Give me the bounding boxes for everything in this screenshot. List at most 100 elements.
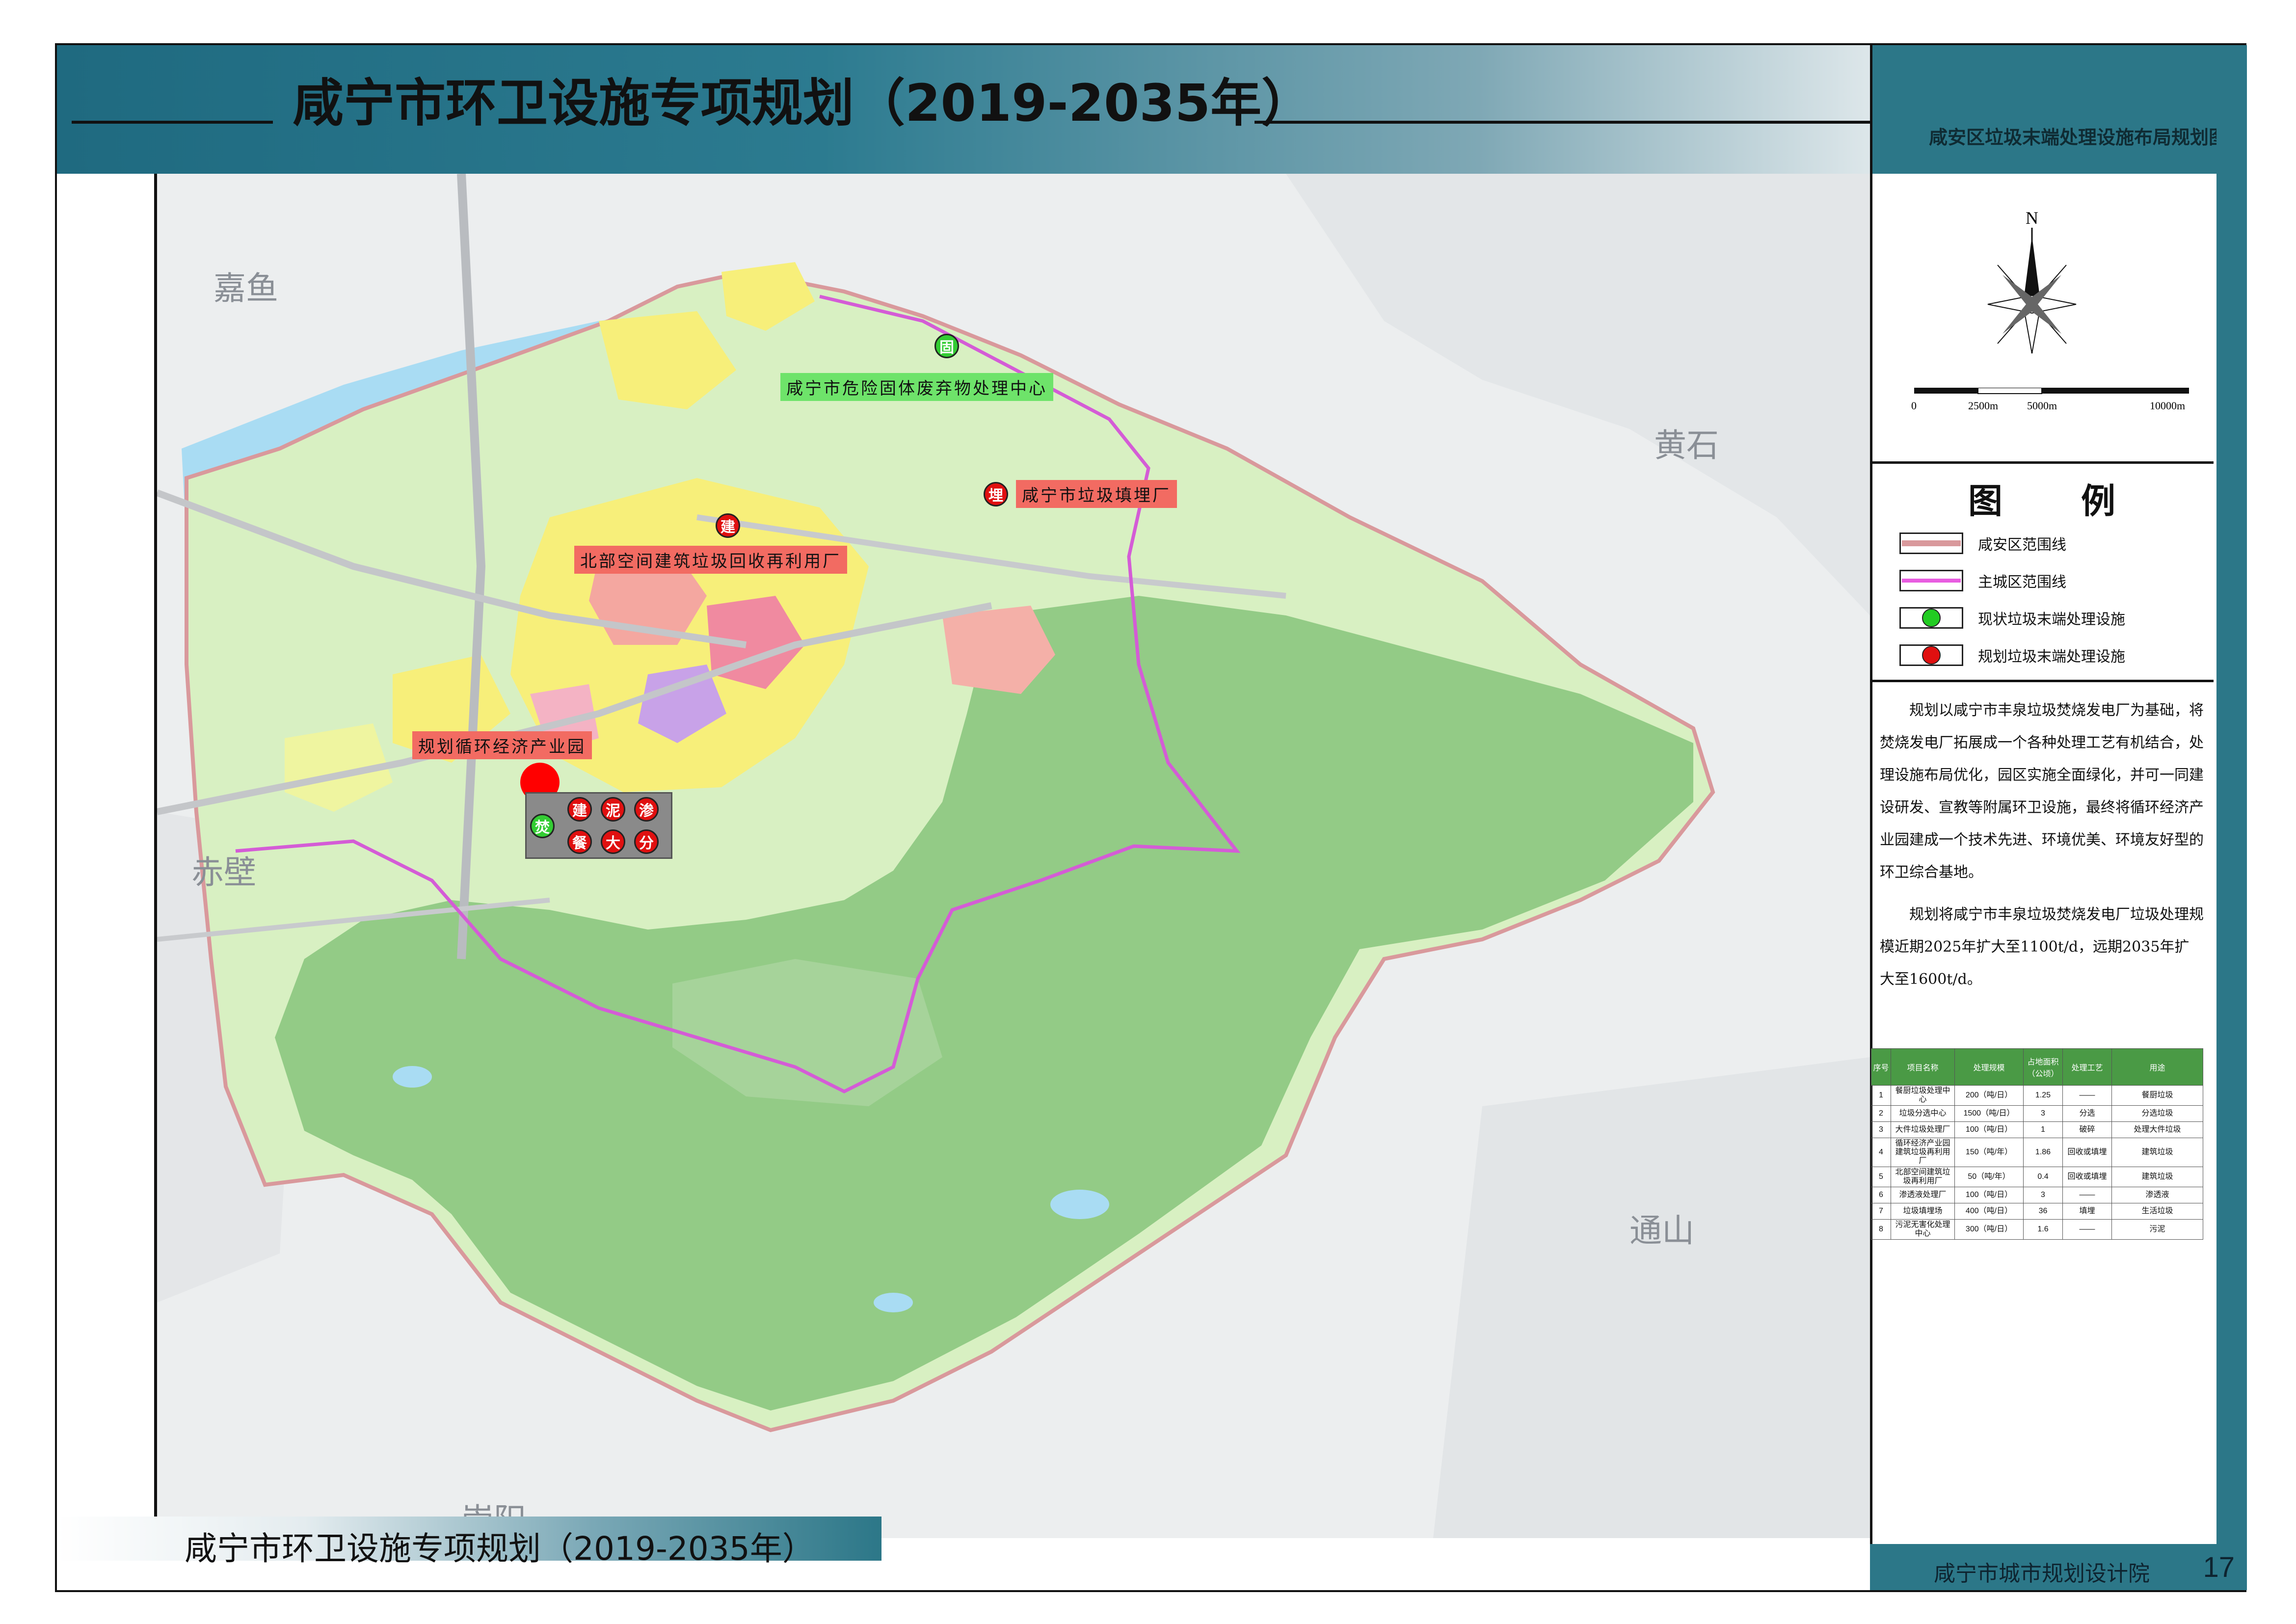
table-header-cell: 序号 xyxy=(1871,1048,1891,1086)
table-header-cell: 用途 xyxy=(2111,1048,2203,1086)
table-row: 3 大件垃圾处理厂 100（吨/日） 1 破碎 处理大件垃圾 xyxy=(1871,1121,2203,1138)
table-row: 5 北部空间建筑垃圾再利用厂 50（吨/年） 0.4 回收或填埋 建筑垃圾 xyxy=(1871,1167,2203,1187)
header-rule-right xyxy=(1255,121,1888,124)
table-cell: 1500（吨/日） xyxy=(1954,1105,2024,1122)
table-header-row: 序号 项目名称 处理规模 占地面积（公顷） 处理工艺 用途 xyxy=(1871,1048,2203,1086)
urban-line-swatch-icon xyxy=(1899,570,1963,591)
side-panel-header: 咸安区垃圾末端处理设施布局规划图 xyxy=(1872,45,2247,174)
marker-hazardous-existing[interactable]: 固 xyxy=(934,334,959,358)
scale-label-2500: 2500m xyxy=(1968,399,1999,412)
legend-row-urban: 主城区范围线 xyxy=(1899,570,2066,591)
legend-title: 图例 xyxy=(1968,481,2194,521)
table-cell: 8 xyxy=(1871,1219,1891,1240)
footer-org-bar: 咸宁市城市规划设计院 17 xyxy=(1870,1544,2244,1590)
legend-label-planned: 规划垃圾末端处理设施 xyxy=(1978,649,2125,665)
table-cell: 渗透液处理厂 xyxy=(1891,1187,1955,1203)
marker-park-bulky[interactable]: 大 xyxy=(601,829,625,854)
table-cell: 7 xyxy=(1871,1203,1891,1220)
scale-label-5000: 5000m xyxy=(2027,399,2057,412)
scale-label-0: 0 xyxy=(1911,399,1917,412)
footer-org: 咸宁市城市规划设计院 xyxy=(1934,1562,2150,1586)
table-header-cell: 项目名称 xyxy=(1891,1048,1955,1086)
table-row: 6 渗透液处理厂 100（吨/日） 3 —— 渗透液 xyxy=(1871,1187,2203,1203)
table-cell: 大件垃圾处理厂 xyxy=(1891,1121,1955,1138)
table-cell: 破碎 xyxy=(2062,1121,2112,1138)
marker-park-kitchen[interactable]: 餐 xyxy=(567,829,592,854)
table-cell: 6 xyxy=(1871,1187,1891,1203)
table-row: 7 垃圾填埋场 400（吨/日） 36 填埋 生活垃圾 xyxy=(1871,1203,2203,1220)
legend-row-district: 咸安区范围线 xyxy=(1899,532,2066,554)
footer-title: 咸宁市环卫设施专项规划（2019-2035年） xyxy=(185,1530,815,1568)
legend: 图例 咸安区范围线 主城区范围线 现状垃圾末端处理设施 规划垃圾末端处理设施 xyxy=(1870,461,2214,682)
table-cell: 36 xyxy=(2023,1203,2063,1220)
table-row: 8 污泥无害化处理中心 300（吨/日） 1.6 —— 污泥 xyxy=(1871,1219,2203,1240)
table-cell: 1 xyxy=(1871,1085,1891,1106)
table-cell: 4 xyxy=(1871,1138,1891,1167)
table-cell: 200（吨/日） xyxy=(1954,1085,2024,1106)
plan-description: 规划以咸宁市丰泉垃圾焚烧发电厂为基础，将焚烧发电厂拓展成一个各种处理工艺有机结合… xyxy=(1880,694,2204,1006)
table-cell: 2 xyxy=(1871,1105,1891,1122)
table-header-cell: 占地面积（公顷） xyxy=(2023,1048,2063,1086)
table-cell: 污泥 xyxy=(2111,1219,2203,1240)
table-cell: 0.4 xyxy=(2023,1167,2063,1187)
table-cell: 建筑垃圾 xyxy=(2111,1167,2203,1187)
scale-bar: 0 2500m 5000m 10000m xyxy=(1911,387,2194,419)
page-number: 17 xyxy=(2203,1551,2235,1583)
scale-label-10000: 10000m xyxy=(2150,399,2186,412)
map-left-border xyxy=(154,174,157,1528)
table-cell: 北部空间建筑垃圾再利用厂 xyxy=(1891,1167,1955,1187)
place-chibi: 赤壁 xyxy=(191,854,256,890)
marker-landfill-planned[interactable]: 埋 xyxy=(984,482,1008,506)
table-cell: 1.25 xyxy=(2023,1085,2063,1106)
marker-park-sludge[interactable]: 泥 xyxy=(601,797,625,822)
table-cell: 1.6 xyxy=(2023,1219,2063,1240)
table-cell: 5 xyxy=(1871,1167,1891,1187)
green-dot-swatch-icon xyxy=(1899,607,1963,629)
table-cell: 300（吨/日） xyxy=(1954,1219,2024,1240)
marker-park-construction[interactable]: 建 xyxy=(567,797,592,822)
marker-park-leachate[interactable]: 渗 xyxy=(634,797,659,822)
legend-label-urban: 主城区范围线 xyxy=(1978,574,2066,590)
table-cell: 餐厨垃圾处理中心 xyxy=(1891,1085,1955,1106)
table-row: 2 垃圾分选中心 1500（吨/日） 3 分选 分选垃圾 xyxy=(1871,1105,2203,1122)
table-cell: 100（吨/日） xyxy=(1954,1121,2024,1138)
north-arrow-icon: N xyxy=(1983,206,2081,365)
table-cell: 餐厨垃圾 xyxy=(2111,1085,2203,1106)
table-cell: 回收或填埋 xyxy=(2062,1138,2112,1167)
red-dot-swatch-icon xyxy=(1899,644,1963,666)
table-cell: 150（吨/年） xyxy=(1954,1138,2024,1167)
table-cell: 400（吨/日） xyxy=(1954,1203,2024,1220)
district-line-swatch-icon xyxy=(1899,532,1963,554)
north-label: N xyxy=(2026,208,2038,228)
header-rule-left xyxy=(72,121,273,124)
marker-north-construction[interactable]: 建 xyxy=(716,513,740,538)
table-cell: —— xyxy=(2062,1219,2112,1240)
table-cell: 生活垃圾 xyxy=(2111,1203,2203,1220)
table-cell: 回收或填埋 xyxy=(2062,1167,2112,1187)
table-header-cell: 处理工艺 xyxy=(2062,1048,2112,1086)
table-cell: 1.86 xyxy=(2023,1138,2063,1167)
table-cell: 垃圾分选中心 xyxy=(1891,1105,1955,1122)
table-cell: —— xyxy=(2062,1085,2112,1106)
place-jiayu: 嘉鱼 xyxy=(214,270,278,306)
table-cell: 循环经济产业园建筑垃圾再利用厂 xyxy=(1891,1138,1955,1167)
table-cell: 填埋 xyxy=(2062,1203,2112,1220)
table-cell: 3 xyxy=(1871,1121,1891,1138)
place-tongshan: 通山 xyxy=(1629,1212,1694,1249)
map-canvas[interactable]: 嘉鱼 黄石 赤壁 通山 崇阳 固 咸宁市危险固体废弃物处理中心 埋 咸宁市垃圾填… xyxy=(157,174,1870,1538)
table-cell: 分选 xyxy=(2062,1105,2112,1122)
legend-label-district: 咸安区范围线 xyxy=(1978,537,2066,553)
legend-row-existing: 现状垃圾末端处理设施 xyxy=(1899,607,2125,629)
table-cell: 处理大件垃圾 xyxy=(2111,1121,2203,1138)
marker-park-sorting[interactable]: 分 xyxy=(634,829,659,854)
legend-label-existing: 现状垃圾末端处理设施 xyxy=(1978,612,2125,628)
label-landfill: 咸宁市垃圾填埋厂 xyxy=(1016,480,1177,508)
table-cell: 1 xyxy=(2023,1121,2063,1138)
table-header-cell: 处理规模 xyxy=(1954,1048,2024,1086)
table-cell: 100（吨/日） xyxy=(1954,1187,2024,1203)
table-cell: 3 xyxy=(2023,1105,2063,1122)
marker-incinerator-existing[interactable]: 焚 xyxy=(530,814,555,838)
place-huangshi: 黄石 xyxy=(1654,427,1719,463)
table-cell: 分选垃圾 xyxy=(2111,1105,2203,1122)
table-cell: 渗透液 xyxy=(2111,1187,2203,1203)
